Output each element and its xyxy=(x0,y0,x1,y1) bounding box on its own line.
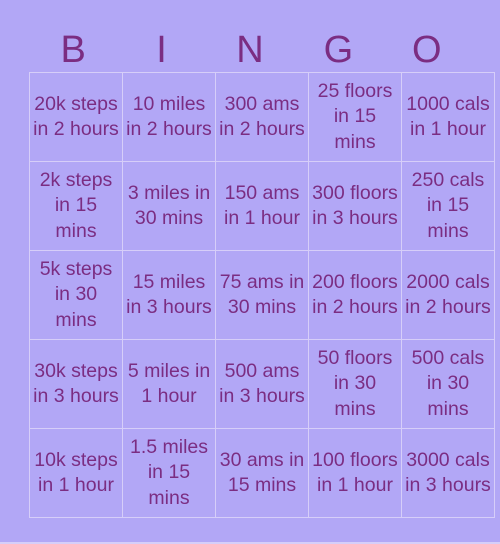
bingo-cell[interactable]: 25 floors in 15 mins xyxy=(308,72,402,162)
board-row: 30k steps in 3 hours 5 miles in 1 hour 5… xyxy=(29,339,495,429)
bingo-cell[interactable]: 200 floors in 2 hours xyxy=(308,250,402,340)
bingo-cell[interactable]: 1.5 miles in 15 mins xyxy=(122,428,216,518)
header-letter-g: G xyxy=(323,29,354,71)
board-row: 5k steps in 30 mins 15 miles in 3 hours … xyxy=(29,250,495,340)
bingo-cell[interactable]: 75 ams in 30 mins xyxy=(215,250,309,340)
bingo-cell[interactable]: 50 floors in 30 mins xyxy=(308,339,402,429)
board-row: 20k steps in 2 hours 10 miles in 2 hours… xyxy=(29,72,495,162)
bingo-cell[interactable]: 250 cals in 15 mins xyxy=(401,161,495,251)
bingo-cell[interactable]: 10k steps in 1 hour xyxy=(29,428,123,518)
bingo-cell[interactable]: 500 ams in 3 hours xyxy=(215,339,309,429)
board-row: 10k steps in 1 hour 1.5 miles in 15 mins… xyxy=(29,428,495,518)
bingo-cell[interactable]: 30k steps in 3 hours xyxy=(29,339,123,429)
bingo-cell[interactable]: 150 ams in 1 hour xyxy=(215,161,309,251)
bingo-cell[interactable]: 10 miles in 2 hours xyxy=(122,72,216,162)
bingo-cell[interactable]: 3 miles in 30 mins xyxy=(122,161,216,251)
bingo-header: B I N G O xyxy=(29,28,471,72)
header-letter-i: I xyxy=(156,29,167,71)
bingo-cell[interactable]: 30 ams in 15 mins xyxy=(215,428,309,518)
bingo-cell[interactable]: 5k steps in 30 mins xyxy=(29,250,123,340)
bingo-cell[interactable]: 100 floors in 1 hour xyxy=(308,428,402,518)
bingo-cell[interactable]: 20k steps in 2 hours xyxy=(29,72,123,162)
header-letter-n: N xyxy=(236,29,264,71)
bingo-cell[interactable]: 300 floors in 3 hours xyxy=(308,161,402,251)
header-letter-o: O xyxy=(411,29,442,71)
bingo-cell[interactable]: 3000 cals in 3 hours xyxy=(401,428,495,518)
bingo-cell[interactable]: 5 miles in 1 hour xyxy=(122,339,216,429)
header-letter-b: B xyxy=(60,29,86,71)
bingo-cell[interactable]: 300 ams in 2 hours xyxy=(215,72,309,162)
board-row: 2k steps in 15 mins 3 miles in 30 mins 1… xyxy=(29,161,495,251)
bingo-cell[interactable]: 500 cals in 30 mins xyxy=(401,339,495,429)
bingo-board: 20k steps in 2 hours 10 miles in 2 hours… xyxy=(29,72,495,518)
bingo-cell[interactable]: 1000 cals in 1 hour xyxy=(401,72,495,162)
bingo-cell[interactable]: 2000 cals in 2 hours xyxy=(401,250,495,340)
bingo-cell[interactable]: 2k steps in 15 mins xyxy=(29,161,123,251)
bingo-cell[interactable]: 15 miles in 3 hours xyxy=(122,250,216,340)
